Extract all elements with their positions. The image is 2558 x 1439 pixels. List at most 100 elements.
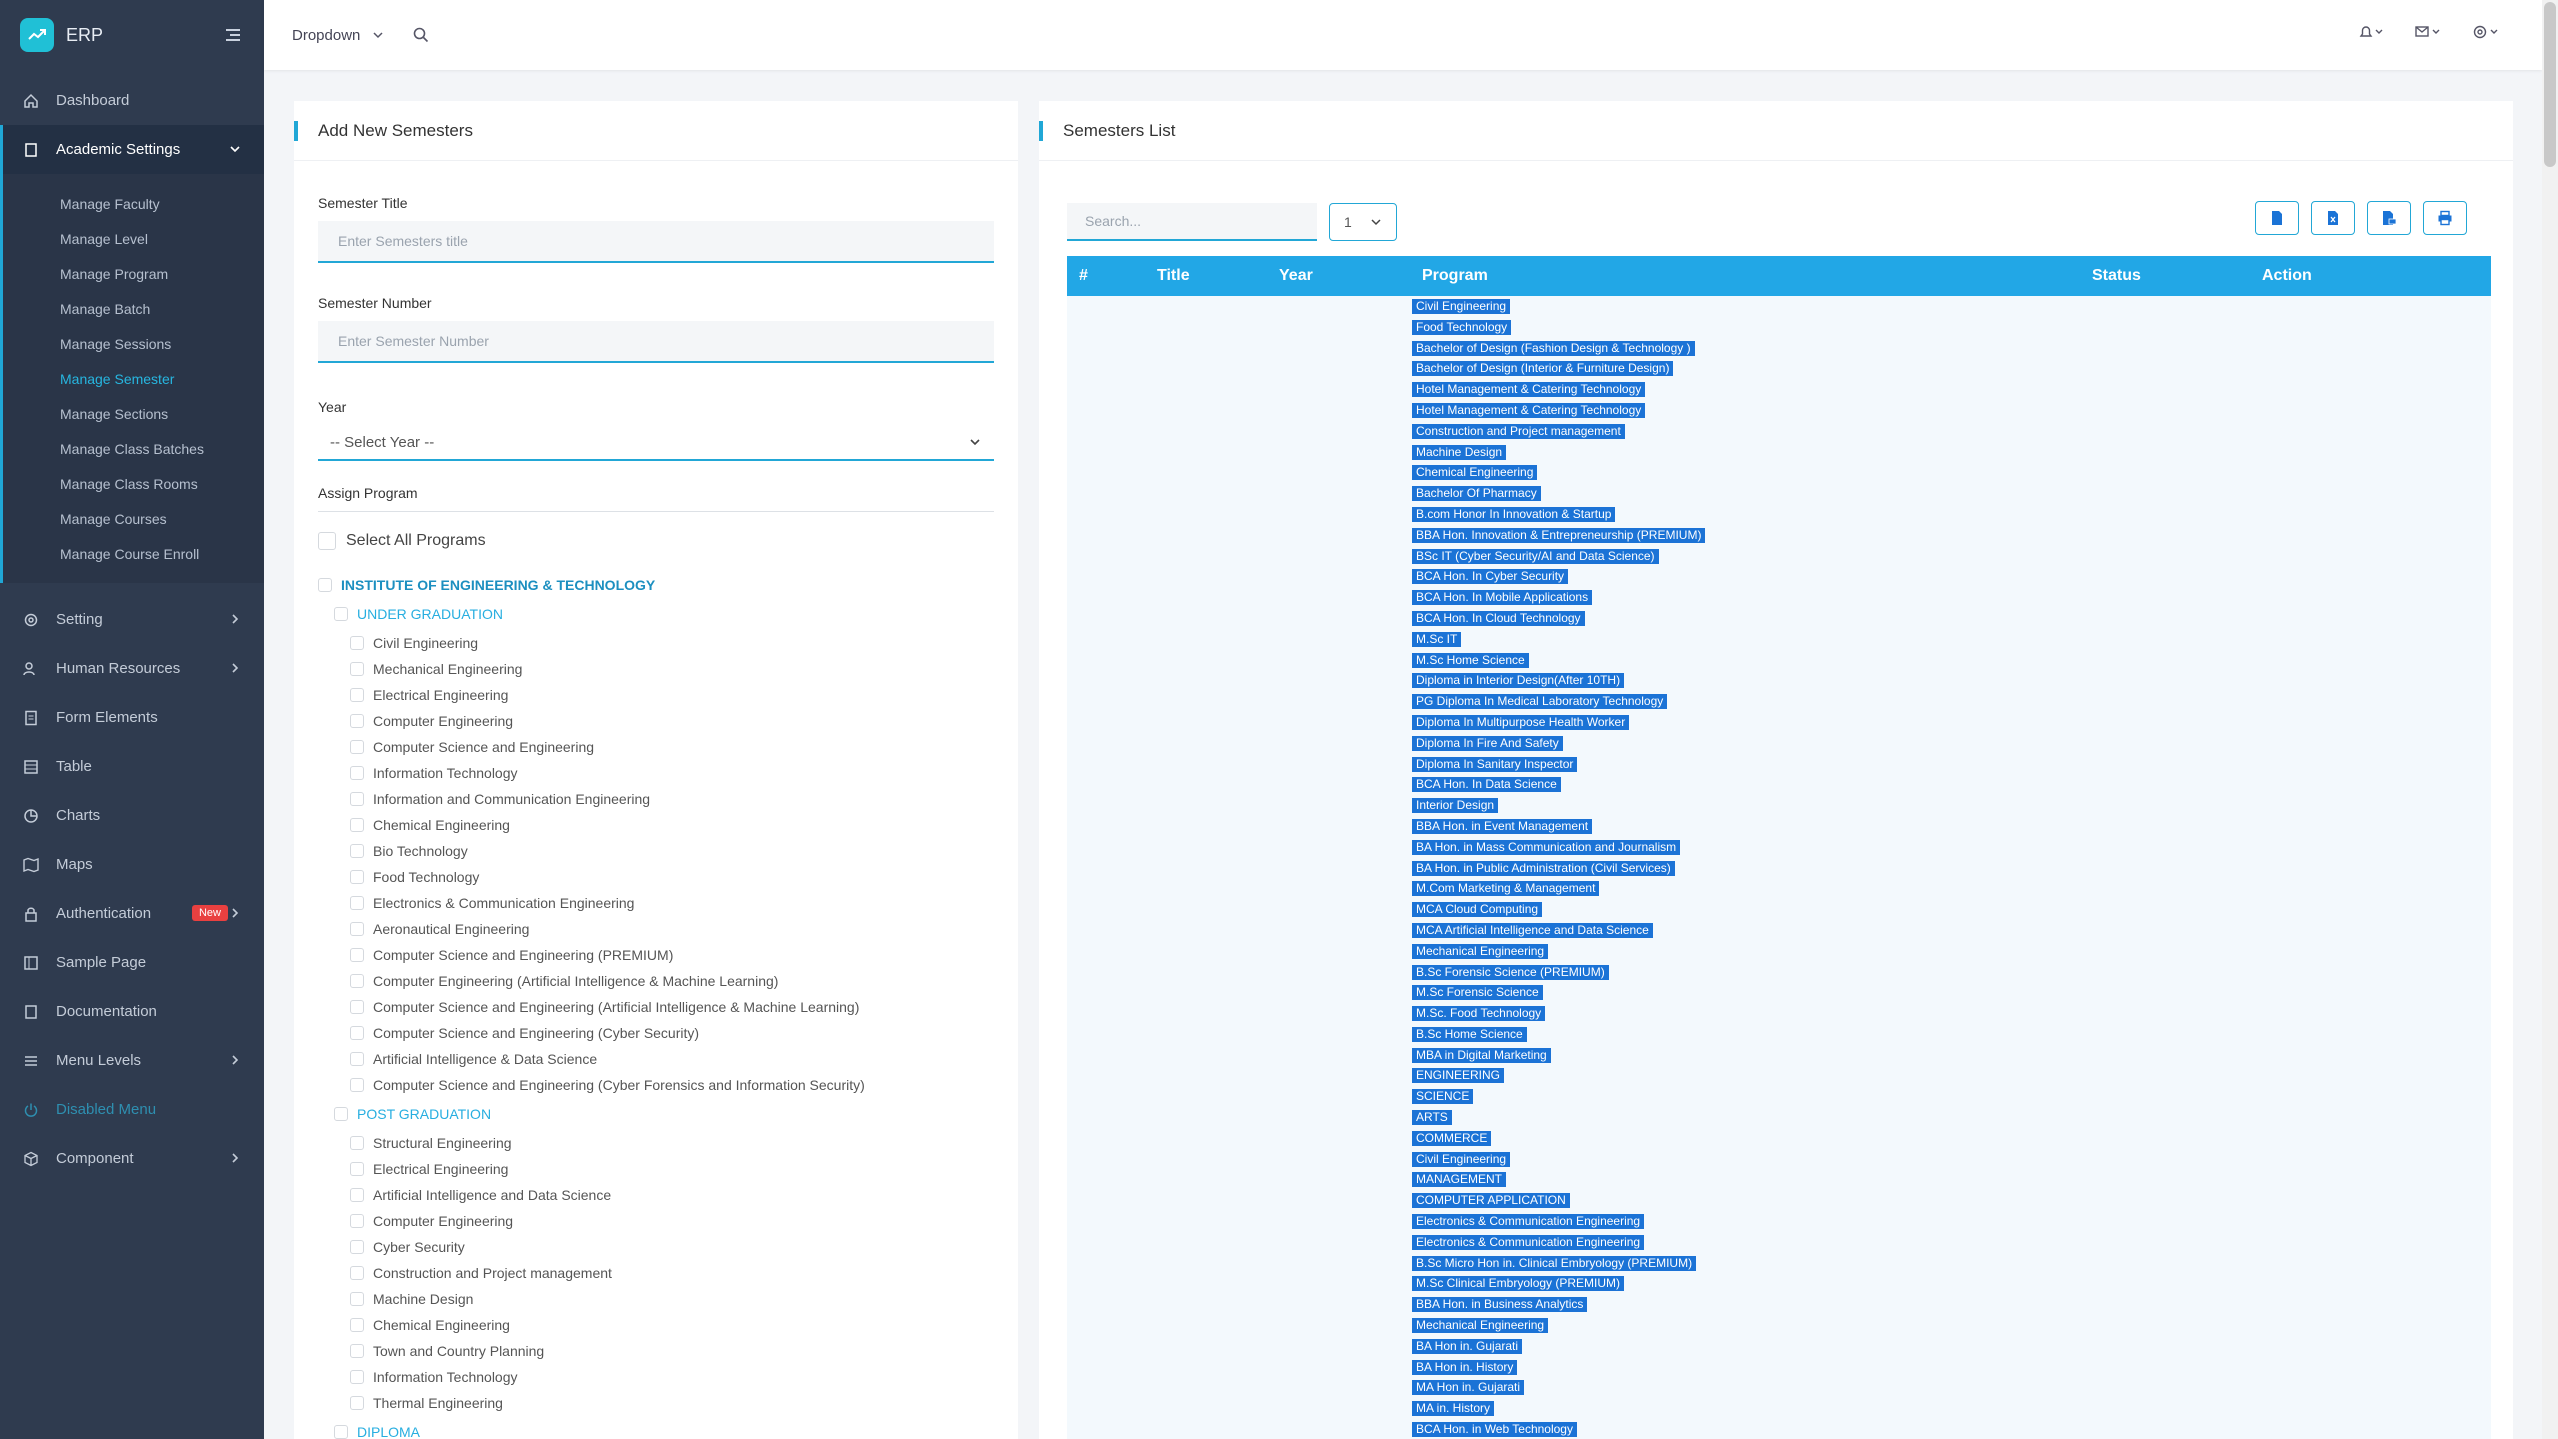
submenu-item-manage-sessions[interactable]: Manage Sessions xyxy=(3,326,264,361)
program-checkbox[interactable] xyxy=(350,1266,364,1280)
col-status[interactable]: Status xyxy=(2092,267,2141,285)
gear-icon[interactable] xyxy=(2472,24,2502,40)
program-checkbox[interactable] xyxy=(350,766,364,780)
tree-program-item[interactable]: Town and Country Planning xyxy=(318,1338,994,1364)
tree-program-item[interactable]: Computer Science and Engineering (Artifi… xyxy=(318,994,994,1020)
program-checkbox[interactable] xyxy=(350,1000,364,1014)
tree-program-item[interactable]: Computer Science and Engineering xyxy=(318,734,994,760)
mail-icon[interactable] xyxy=(2414,24,2444,40)
program-checkbox[interactable] xyxy=(350,1162,364,1176)
semester-title-input[interactable]: Enter Semesters title xyxy=(318,221,994,263)
col-action[interactable]: Action xyxy=(2262,267,2312,285)
program-checkbox[interactable] xyxy=(350,844,364,858)
col-number[interactable]: # xyxy=(1079,267,1088,285)
sidebar-item-charts[interactable]: Charts xyxy=(0,791,264,840)
program-checkbox[interactable] xyxy=(350,818,364,832)
program-checkbox[interactable] xyxy=(350,792,364,806)
sidebar-item-menu-levels[interactable]: Menu Levels xyxy=(0,1036,264,1085)
tree-program-item[interactable]: Electrical Engineering xyxy=(318,1156,994,1182)
program-checkbox[interactable] xyxy=(350,1214,364,1228)
menu-toggle-icon[interactable] xyxy=(222,24,244,46)
bell-icon[interactable] xyxy=(2358,24,2386,40)
program-checkbox[interactable] xyxy=(350,1078,364,1092)
tree-level-pg[interactable]: POST GRADUATION xyxy=(318,1098,994,1130)
submenu-item-manage-level[interactable]: Manage Level xyxy=(3,221,264,256)
scrollbar-thumb[interactable] xyxy=(2544,2,2556,167)
program-checkbox[interactable] xyxy=(350,1396,364,1410)
program-checkbox[interactable] xyxy=(350,922,364,936)
logo-icon[interactable] xyxy=(20,18,54,52)
submenu-item-manage-class-batches[interactable]: Manage Class Batches xyxy=(3,431,264,466)
sidebar-item-component[interactable]: Component xyxy=(0,1134,264,1183)
program-checkbox[interactable] xyxy=(350,1188,364,1202)
tree-program-item[interactable]: Computer Science and Engineering (Cyber … xyxy=(318,1072,994,1098)
select-all-checkbox[interactable] xyxy=(318,532,336,550)
program-checkbox[interactable] xyxy=(350,948,364,962)
sidebar-item-academic-settings[interactable]: Academic Settings xyxy=(0,125,264,174)
table-search-input[interactable]: Search... xyxy=(1067,203,1317,241)
tree-program-item[interactable]: Computer Engineering xyxy=(318,708,994,734)
program-checkbox[interactable] xyxy=(350,1318,364,1332)
tree-program-item[interactable]: Information and Communication Engineerin… xyxy=(318,786,994,812)
sidebar-item-form-elements[interactable]: Form Elements xyxy=(0,693,264,742)
submenu-item-manage-program[interactable]: Manage Program xyxy=(3,256,264,291)
tree-program-item[interactable]: Computer Engineering xyxy=(318,1208,994,1234)
tree-program-item[interactable]: Construction and Project management xyxy=(318,1260,994,1286)
tree-program-item[interactable]: Information Technology xyxy=(318,1364,994,1390)
tree-program-item[interactable]: Information Technology xyxy=(318,760,994,786)
tree-program-item[interactable]: Electronics & Communication Engineering xyxy=(318,890,994,916)
tree-program-item[interactable]: Computer Science and Engineering (PREMIU… xyxy=(318,942,994,968)
program-checkbox[interactable] xyxy=(350,1136,364,1150)
tree-program-item[interactable]: Electrical Engineering xyxy=(318,682,994,708)
tree-program-item[interactable]: Chemical Engineering xyxy=(318,1312,994,1338)
tree-program-item[interactable]: Mechanical Engineering xyxy=(318,656,994,682)
submenu-item-manage-batch[interactable]: Manage Batch xyxy=(3,291,264,326)
submenu-item-manage-faculty[interactable]: Manage Faculty xyxy=(3,186,264,221)
program-checkbox[interactable] xyxy=(350,662,364,676)
program-checkbox[interactable] xyxy=(350,896,364,910)
program-checkbox[interactable] xyxy=(350,870,364,884)
search-icon[interactable] xyxy=(412,26,430,44)
program-checkbox[interactable] xyxy=(350,1052,364,1066)
tree-program-item[interactable]: Food Technology xyxy=(318,864,994,890)
program-checkbox[interactable] xyxy=(350,714,364,728)
tree-program-item[interactable]: Computer Science and Engineering (Cyber … xyxy=(318,1020,994,1046)
select-all-programs[interactable]: Select All Programs xyxy=(318,532,994,550)
tree-program-item[interactable]: Structural Engineering xyxy=(318,1130,994,1156)
topbar-dropdown[interactable]: Dropdown xyxy=(292,27,384,44)
submenu-item-manage-course-enroll[interactable]: Manage Course Enroll xyxy=(3,536,264,571)
program-checkbox[interactable] xyxy=(350,1240,364,1254)
tree-program-item[interactable]: Artificial Intelligence & Data Science xyxy=(318,1046,994,1072)
sidebar-item-dashboard[interactable]: Dashboard xyxy=(0,76,264,125)
tree-program-item[interactable]: Chemical Engineering xyxy=(318,812,994,838)
program-checkbox[interactable] xyxy=(350,1292,364,1306)
sidebar-item-maps[interactable]: Maps xyxy=(0,840,264,889)
tree-program-item[interactable]: Computer Engineering (Artificial Intelli… xyxy=(318,968,994,994)
print-button[interactable] xyxy=(2423,201,2467,235)
submenu-item-manage-sections[interactable]: Manage Sections xyxy=(3,396,264,431)
export-excel-button[interactable] xyxy=(2311,201,2355,235)
program-checkbox[interactable] xyxy=(350,1370,364,1384)
export-pdf-button[interactable] xyxy=(2367,201,2411,235)
level-checkbox[interactable] xyxy=(334,1107,348,1121)
tree-level-ug[interactable]: UNDER GRADUATION xyxy=(318,598,994,630)
program-checkbox[interactable] xyxy=(350,688,364,702)
export-csv-button[interactable] xyxy=(2255,201,2299,235)
program-checkbox[interactable] xyxy=(350,974,364,988)
level-checkbox[interactable] xyxy=(334,607,348,621)
col-year[interactable]: Year xyxy=(1279,267,1313,285)
submenu-item-manage-class-rooms[interactable]: Manage Class Rooms xyxy=(3,466,264,501)
sidebar-item-documentation[interactable]: Documentation xyxy=(0,987,264,1036)
program-checkbox[interactable] xyxy=(350,636,364,650)
tree-level-diploma[interactable]: DIPLOMA xyxy=(318,1416,994,1439)
tree-program-item[interactable]: Cyber Security xyxy=(318,1234,994,1260)
program-checkbox[interactable] xyxy=(350,740,364,754)
page-size-select[interactable]: 1 xyxy=(1329,203,1397,241)
submenu-item-manage-courses[interactable]: Manage Courses xyxy=(3,501,264,536)
tree-program-item[interactable]: Civil Engineering xyxy=(318,630,994,656)
col-title[interactable]: Title xyxy=(1157,267,1190,285)
tree-program-item[interactable]: Aeronautical Engineering xyxy=(318,916,994,942)
submenu-item-manage-semester[interactable]: Manage Semester xyxy=(3,361,264,396)
page-scrollbar[interactable] xyxy=(2542,0,2558,1439)
tree-program-item[interactable]: Bio Technology xyxy=(318,838,994,864)
